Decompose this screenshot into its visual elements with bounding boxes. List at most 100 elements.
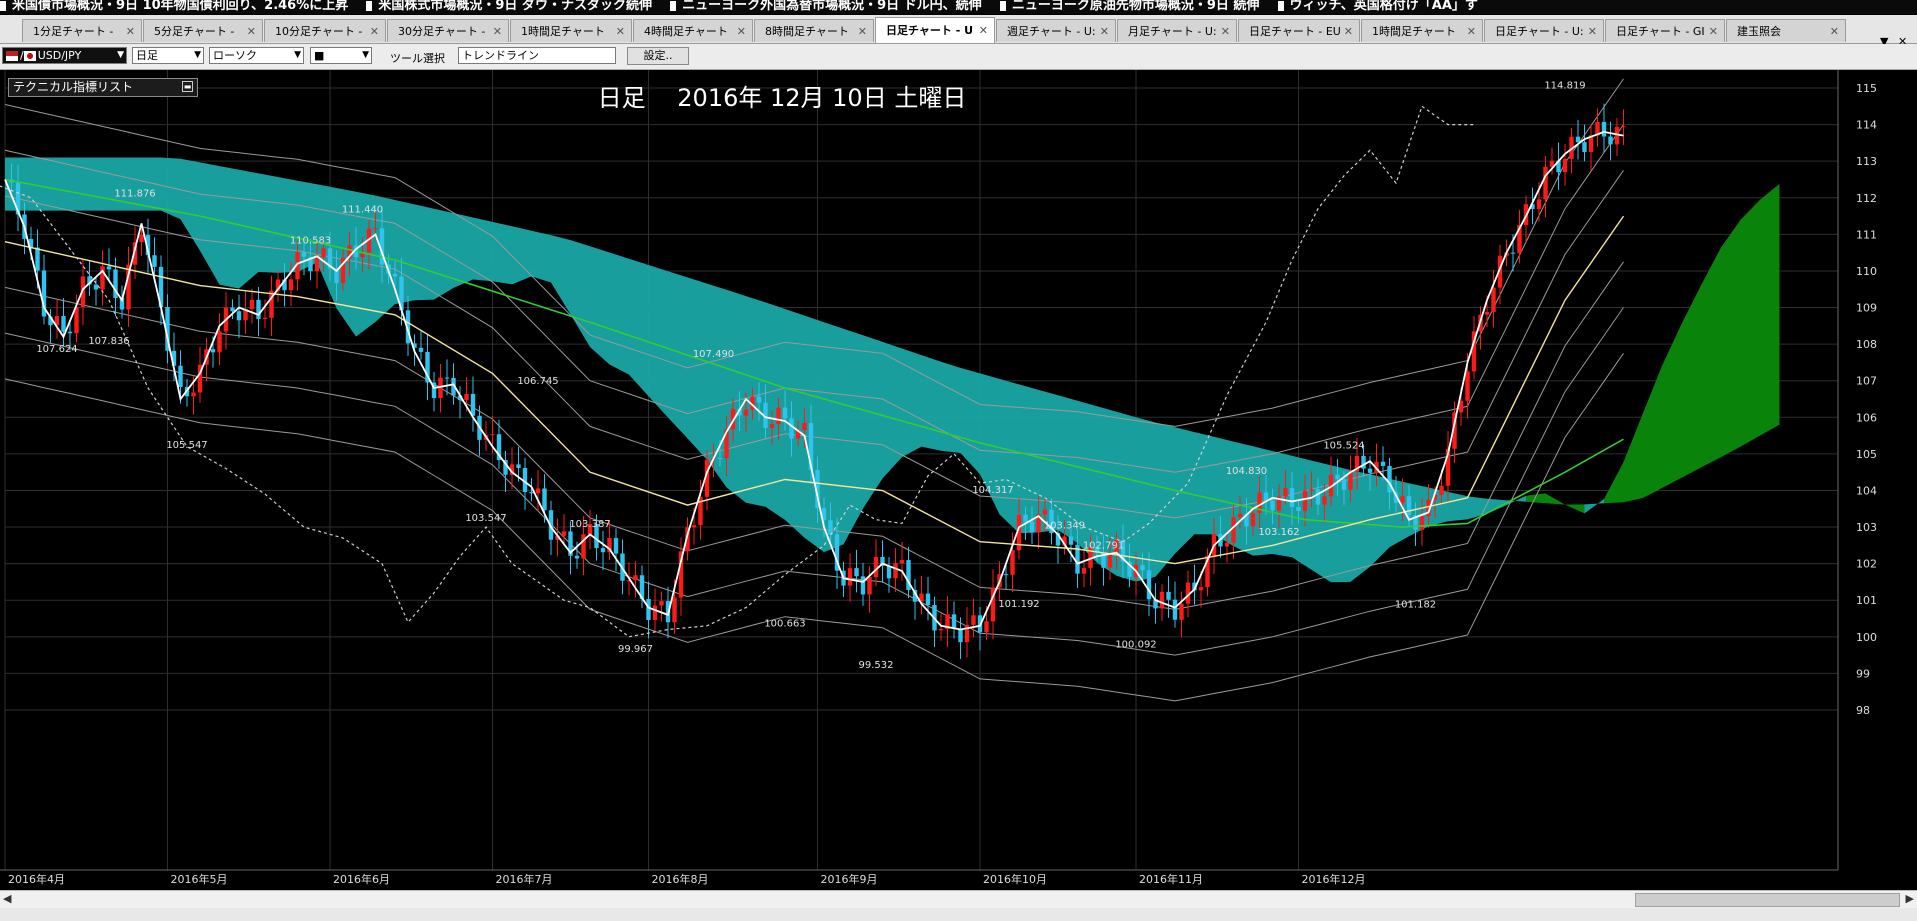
tool-select-input[interactable]: トレンドライン — [458, 47, 616, 64]
tab-5min-chart[interactable]: 5分足チャート - ✕ — [143, 19, 263, 42]
ticker-item[interactable]: ウィッチ、英国格付け「AA」す — [1277, 0, 1478, 12]
line-style-select[interactable]: ■ ▼ — [310, 47, 372, 64]
tab-daily-chart-usdjpy[interactable]: 日足チャート - U ✕ — [875, 17, 995, 43]
y-tick-label: 105 — [1856, 448, 1877, 461]
chart-type-select[interactable]: ローソク ▼ — [209, 47, 304, 64]
tab-daily-chart-3[interactable]: 日足チャート - U: ✕ — [1484, 19, 1604, 42]
symbol-select[interactable]: / USD/JPY ▼ — [2, 47, 127, 64]
tab-position-inquiry[interactable]: 建玉照会 ✕ — [1726, 19, 1846, 42]
price-label: 104.317 — [972, 485, 1013, 496]
tab-10min-chart[interactable]: 10分足チャート - ✕ — [264, 19, 386, 42]
candle-body — [262, 317, 268, 319]
candle-body — [646, 599, 651, 621]
close-icon[interactable]: ✕ — [247, 20, 256, 42]
close-icon[interactable]: ✕ — [616, 20, 625, 42]
tab-8hour-chart[interactable]: 8時間足チャート ✕ — [754, 19, 874, 42]
close-icon[interactable]: ✕ — [1709, 20, 1718, 42]
close-icon[interactable]: ✕ — [1344, 20, 1353, 42]
price-label: 101.192 — [998, 599, 1039, 610]
news-ticker[interactable]: 米国債市場概況・9日 10年物国債利回り、2.46%に上昇 米国株式市場概況・9… — [0, 0, 1917, 14]
y-tick-label: 107 — [1856, 375, 1877, 388]
x-tick-label: 2016年10月 — [983, 872, 1047, 886]
candle-body — [652, 605, 658, 621]
price-label: 105.547 — [166, 440, 207, 451]
tab-4hour-chart[interactable]: 4時間足チャート ✕ — [633, 19, 753, 42]
candle-body — [314, 257, 320, 272]
tab-daily-chart-gbp[interactable]: 日足チャート - GI ✕ — [1605, 19, 1725, 42]
close-icon[interactable]: ✕ — [1221, 20, 1230, 42]
candle-body — [1029, 521, 1035, 533]
close-icon[interactable]: ✕ — [858, 20, 867, 42]
price-label: 101.182 — [1395, 600, 1436, 611]
period-select[interactable]: 日足 ▼ — [132, 47, 204, 64]
close-icon[interactable]: ✕ — [979, 18, 988, 43]
tool-select-label: ツール選択 — [390, 52, 445, 65]
candle-body — [1179, 603, 1184, 620]
candle-body — [1172, 599, 1178, 620]
close-icon[interactable]: ✕ — [493, 20, 502, 42]
price-label: 106.745 — [517, 376, 558, 387]
candle-body — [1289, 488, 1295, 508]
ticker-item[interactable]: ニューヨーク原油先物市場概況・9日 続伸 — [999, 0, 1259, 12]
candle-body — [301, 252, 307, 257]
close-icon[interactable]: ✕ — [737, 20, 746, 42]
y-tick-label: 100 — [1856, 631, 1877, 644]
price-chart[interactable]: 111.876 111.440 110.583 107.624 107.836 105.5… — [0, 70, 1917, 890]
jp-flag-icon — [23, 51, 36, 61]
candle-body — [1107, 554, 1113, 568]
tab-1hour-chart[interactable]: 1時間足チャート ✕ — [510, 19, 632, 42]
candle-body — [93, 284, 99, 290]
candle-body — [1400, 496, 1405, 503]
close-icon[interactable]: ✕ — [370, 20, 379, 42]
candle-body — [743, 409, 749, 416]
close-icon[interactable]: ✕ — [1467, 20, 1476, 42]
scrollbar-thumb[interactable] — [1635, 893, 1900, 907]
candle-body — [470, 393, 476, 416]
candle-body — [1296, 507, 1301, 511]
candle-body — [1335, 474, 1340, 480]
candle-body — [1263, 492, 1269, 501]
candle-body — [1166, 591, 1171, 600]
tab-1min-chart[interactable]: 1分足チャート - ✕ — [22, 19, 142, 42]
technical-indicator-list-panel[interactable]: テクニカル指標リスト ▬ — [8, 78, 198, 97]
x-tick-label: 2016年11月 — [1139, 872, 1203, 886]
price-label: 104.830 — [1226, 466, 1267, 477]
settings-button[interactable]: 設定.. — [627, 47, 689, 65]
status-bar — [0, 908, 1917, 921]
scroll-left-icon[interactable]: ◀ — [3, 892, 11, 905]
candle-body — [217, 331, 222, 353]
close-icon[interactable]: ✕ — [126, 20, 135, 42]
ticker-item[interactable]: 米国株式市場概況・9日 ダウ・ナスダック続伸 — [366, 0, 652, 12]
candle-body — [1023, 514, 1028, 522]
candle-body — [633, 575, 638, 581]
candle-body — [1380, 461, 1386, 466]
candle-body — [1010, 550, 1015, 575]
chart-horizontal-scrollbar[interactable]: ◀ ▶ — [0, 890, 1917, 909]
candle-body — [1543, 166, 1548, 200]
close-icon[interactable]: ✕ — [1588, 20, 1597, 42]
candle-body — [67, 331, 73, 334]
minimize-icon[interactable]: ▬ — [182, 81, 193, 92]
us-flag-icon — [6, 51, 18, 61]
candle-body — [230, 307, 235, 312]
tab-daily-chart-eur[interactable]: 日足チャート - EU ✕ — [1238, 19, 1360, 42]
tab-30min-chart[interactable]: 30分足チャート - ✕ — [387, 19, 509, 42]
candle-body — [35, 247, 40, 271]
candle-body — [886, 565, 892, 579]
tab-weekly-chart[interactable]: 週足チャート - U: ✕ — [996, 19, 1116, 42]
x-tick-label: 2016年4月 — [8, 872, 65, 886]
candle-body — [782, 407, 788, 419]
ticker-item[interactable]: ニューヨーク外国為替市場概況・9日 ドル円、続伸 — [670, 0, 982, 12]
close-icon[interactable]: ✕ — [1830, 20, 1839, 42]
news-marker-icon — [0, 0, 6, 11]
candle-body — [1536, 199, 1542, 209]
scroll-right-icon[interactable]: ▶ — [1906, 892, 1914, 905]
close-icon[interactable]: ✕ — [1100, 20, 1109, 42]
candle-body — [249, 299, 255, 310]
tab-1hour-chart-2[interactable]: 1時間足チャート ✕ — [1361, 19, 1483, 42]
ticker-item[interactable]: 米国債市場概況・9日 10年物国債利回り、2.46%に上昇 — [0, 0, 348, 12]
price-label: 111.876 — [114, 188, 155, 199]
candle-body — [1491, 287, 1496, 313]
candle-body — [925, 593, 931, 606]
tab-monthly-chart[interactable]: 月足チャート - U: ✕ — [1117, 19, 1237, 42]
